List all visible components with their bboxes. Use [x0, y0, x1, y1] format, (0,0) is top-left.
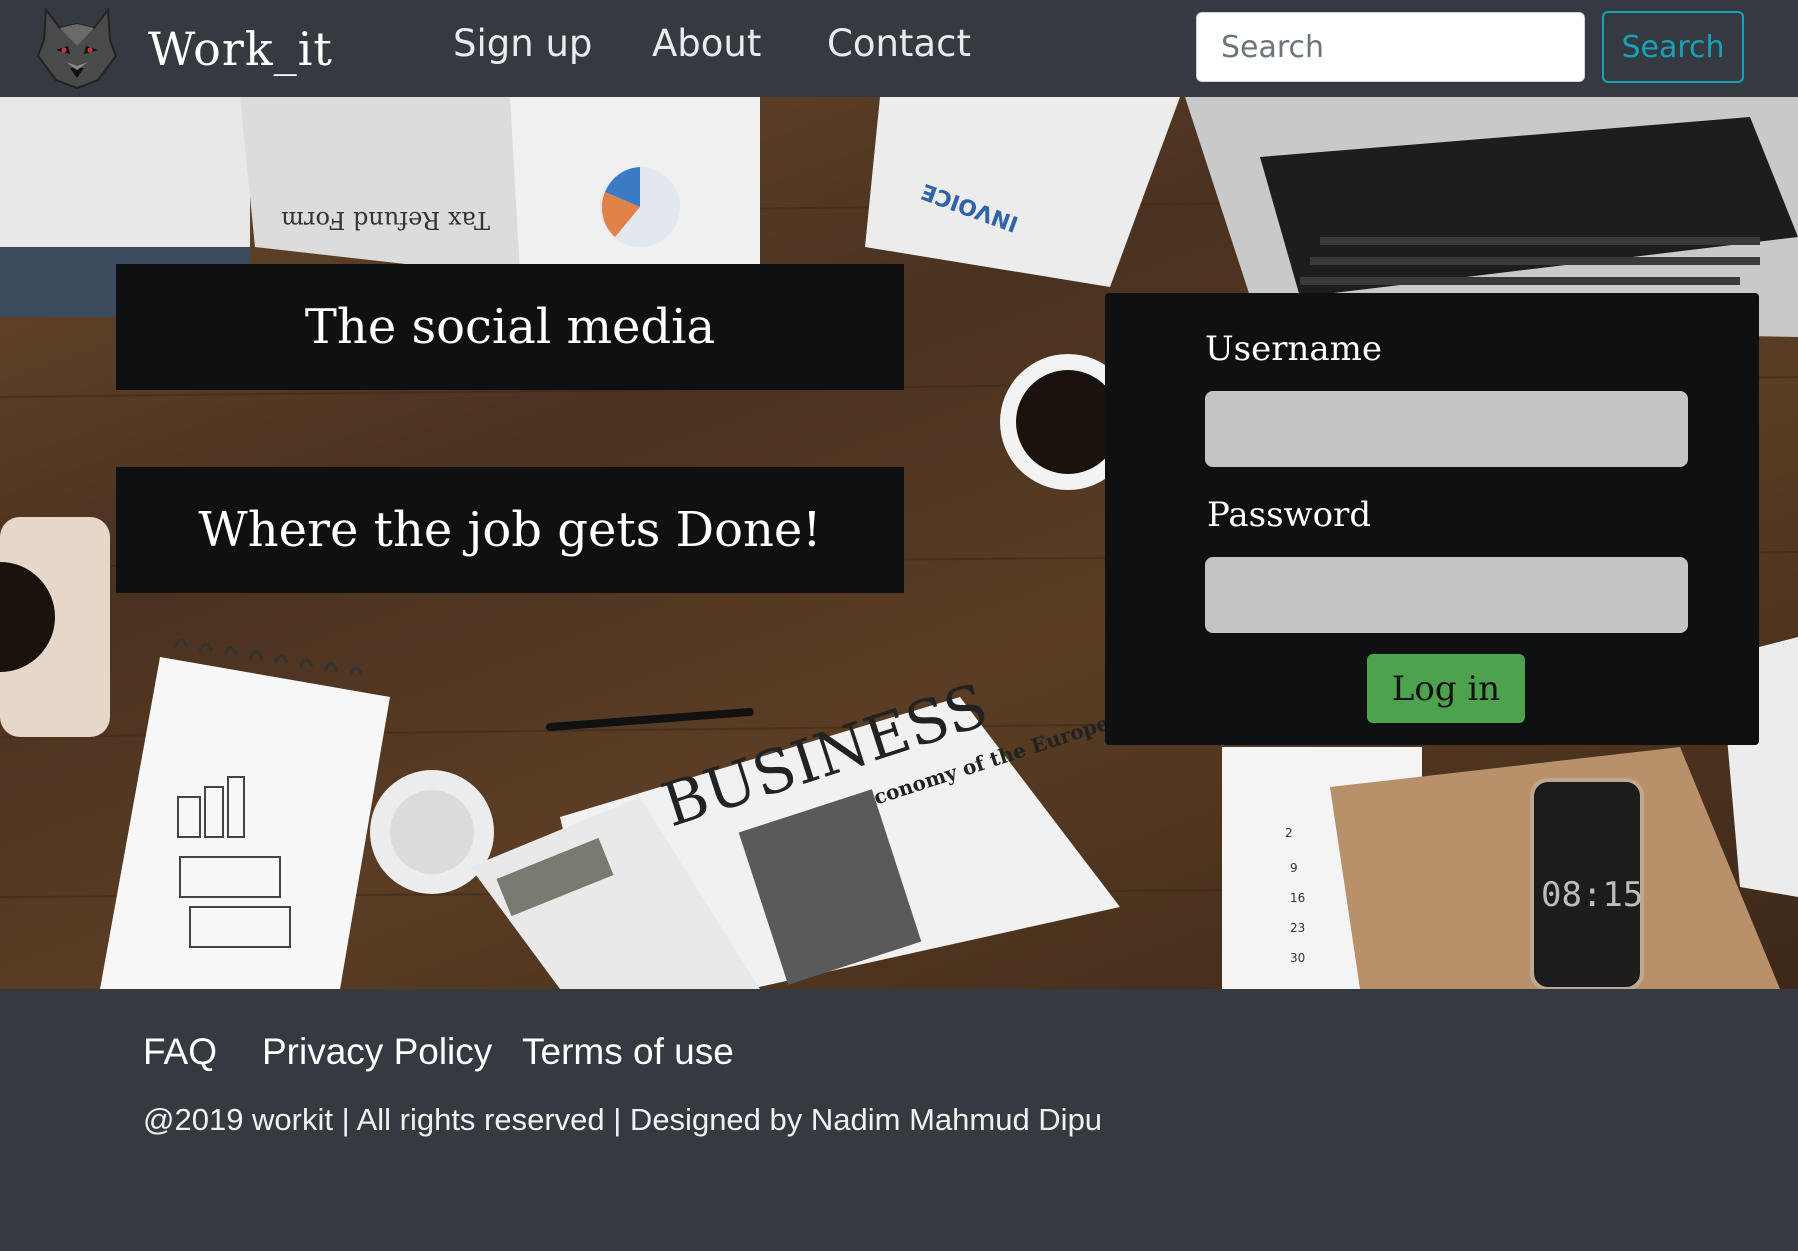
svg-text:23: 23 [1290, 921, 1305, 935]
svg-text:9: 9 [1290, 861, 1298, 875]
footer-terms-of-use-link[interactable]: Terms of use [522, 1031, 734, 1073]
svg-text:30: 30 [1290, 951, 1305, 965]
username-label: Username [1205, 329, 1383, 369]
subtagline-banner: Where the job gets Done! [116, 467, 904, 593]
login-button[interactable]: Log in [1367, 654, 1525, 723]
footer: FAQ Privacy Policy Terms of use @2019 wo… [0, 989, 1798, 1251]
login-form: Username Password Log in [1105, 293, 1759, 745]
tagline-banner: The social media [116, 264, 904, 390]
hero-section: Tax Refund Form INVOICE BUSINESS Economy… [0, 97, 1798, 989]
footer-faq-link[interactable]: FAQ [143, 1031, 217, 1073]
brand-name[interactable]: Work_it [148, 22, 333, 76]
navbar: Work_it Sign up About Contact Search [0, 0, 1798, 97]
tax-form-text: Tax Refund Form [281, 206, 490, 234]
copyright-text: @2019 workit | All rights reserved | Des… [143, 1102, 1103, 1137]
nav-signup-link[interactable]: Sign up [453, 22, 592, 65]
username-field[interactable] [1205, 391, 1688, 467]
password-label: Password [1207, 495, 1372, 535]
phone-clock-text: 08:15 [1541, 875, 1643, 915]
svg-text:16: 16 [1290, 891, 1305, 905]
search-button[interactable]: Search [1602, 11, 1744, 83]
search-input[interactable] [1196, 12, 1585, 82]
wolf-logo-icon[interactable] [36, 6, 118, 90]
footer-privacy-policy-link[interactable]: Privacy Policy [262, 1031, 492, 1073]
svg-text:2: 2 [1285, 826, 1293, 840]
nav-contact-link[interactable]: Contact [827, 22, 971, 65]
password-field[interactable] [1205, 557, 1688, 633]
nav-about-link[interactable]: About [652, 22, 761, 65]
